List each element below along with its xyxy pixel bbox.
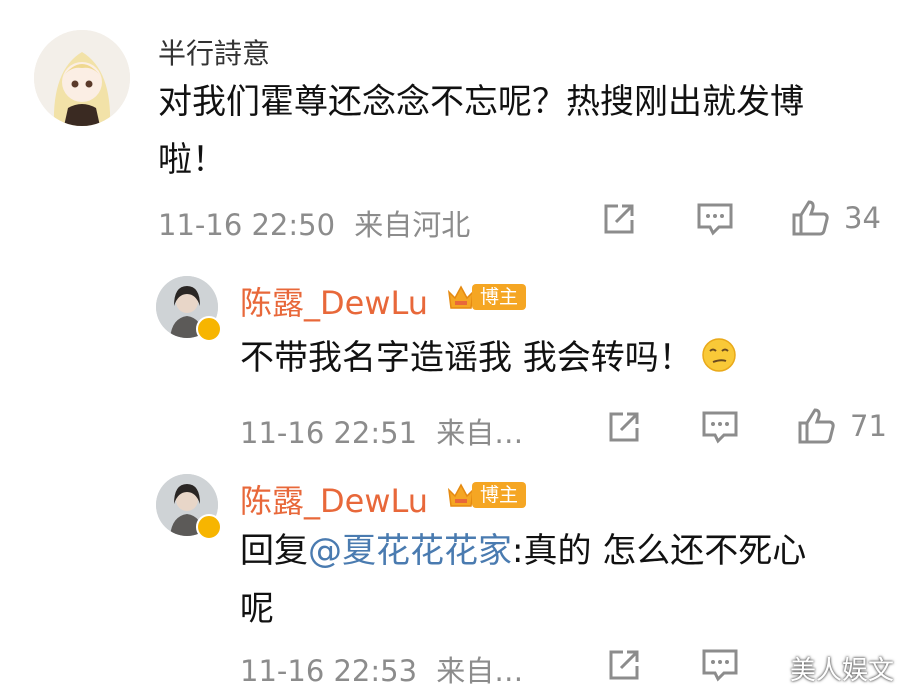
mention-link[interactable]: @夏花花花家: [308, 531, 512, 571]
comment-text-line-1: 回复@夏花花花家:真的 怎么还不死心: [240, 522, 806, 580]
comment-text-line-2: 呢: [240, 589, 274, 629]
verified-badge-icon: [196, 514, 222, 540]
username[interactable]: 陈露_DewLu: [240, 476, 428, 522]
timestamp: 11-16 22:53 来自…: [240, 648, 523, 690]
comment-icon: [702, 649, 738, 682]
comment-location: 来自…: [436, 654, 524, 688]
reply-button[interactable]: [700, 646, 740, 684]
reply-text: :真的 怎么还不死心: [512, 531, 807, 571]
reply-prefix: 回复: [240, 531, 308, 571]
share-button[interactable]: [605, 646, 643, 684]
blogger-badge: 博主: [446, 480, 527, 510]
comment-3: 陈露_DewLu 博主 回复@夏花花花家:真的 怎么还不死心 呢 11-16 2…: [0, 0, 908, 695]
comment-time: 11-16 22:53: [240, 654, 418, 688]
watermark: 美人娱文: [789, 656, 894, 686]
badge-label: 博主: [472, 482, 527, 508]
comment-text: 回复@夏花花花家:真的 怎么还不死心 呢: [240, 522, 806, 638]
share-icon: [609, 650, 639, 680]
